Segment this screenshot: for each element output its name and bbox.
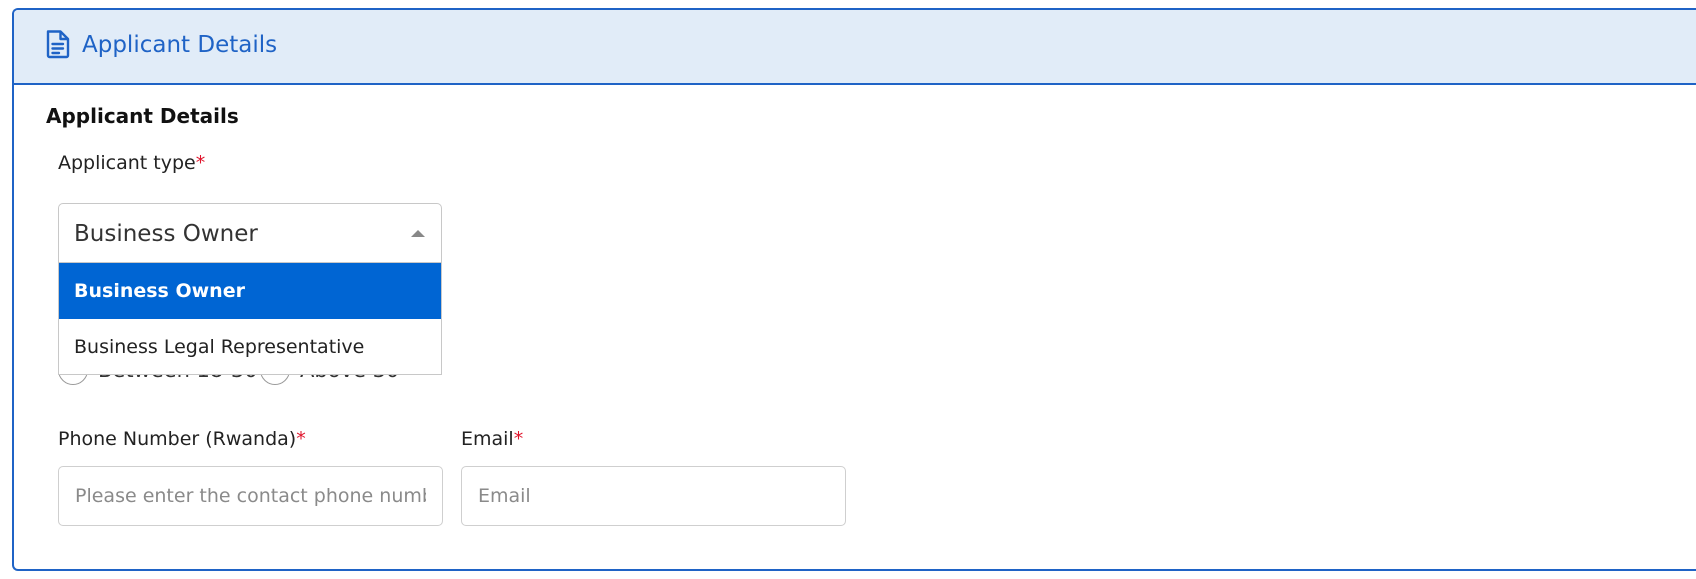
phone-number-label-text: Phone Number (Rwanda) — [58, 428, 297, 450]
applicant-type-label-text: Applicant type — [58, 152, 196, 174]
card-header-title: Applicant Details — [82, 32, 278, 58]
phone-number-label: Phone Number (Rwanda)* — [58, 426, 306, 452]
required-mark: * — [296, 428, 306, 450]
caret-up-icon — [411, 230, 425, 237]
dropdown-option-business-owner[interactable]: Business Owner — [59, 263, 441, 319]
applicant-type-label: Applicant type* — [58, 150, 205, 176]
applicant-type-dropdown: Business Owner Business Legal Representa… — [58, 263, 442, 375]
email-input[interactable] — [461, 466, 846, 526]
email-label-text: Email — [461, 428, 514, 450]
applicant-type-selected-value: Business Owner — [74, 221, 258, 247]
email-label: Email* — [461, 426, 523, 452]
required-mark: * — [513, 428, 524, 450]
applicant-type-select[interactable]: Business Owner — [58, 203, 442, 263]
dropdown-option-business-legal-representative[interactable]: Business Legal Representative — [59, 319, 441, 375]
card-header: Applicant Details — [14, 10, 1696, 85]
section-title: Applicant Details — [46, 104, 239, 128]
document-icon — [46, 29, 70, 59]
phone-number-input[interactable] — [58, 466, 443, 526]
required-mark: * — [195, 152, 206, 174]
